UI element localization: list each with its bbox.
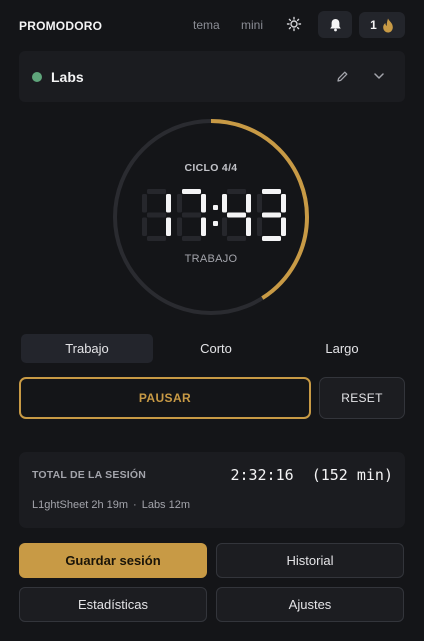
digit-segment [201,217,206,236]
digit-segment [201,194,206,213]
session-total-value: 2:32:16 (152 min) [230,466,393,484]
session-summary: TOTAL DE LA SESIÓN 2:32:16 (152 min) L1g… [19,452,405,528]
pause-button[interactable]: PAUSAR [19,377,311,419]
history-button[interactable]: Historial [216,543,404,578]
mode-tabs: Trabajo Corto Largo [19,334,405,364]
digit-segment [222,194,227,213]
mini-link[interactable]: mini [241,18,263,32]
time-display [142,189,286,241]
tab-largo[interactable]: Largo [277,334,407,363]
reset-button[interactable]: RESET [319,377,405,419]
digit-segment [182,212,201,218]
digit-segment [257,217,262,236]
timer: CICLO 4/4 TRABAJO [111,117,311,317]
digit-segment [222,217,227,236]
theme-link[interactable]: tema [193,18,220,32]
digit-segment [257,194,262,213]
project-status-dot [32,72,42,82]
flame-icon [383,18,393,32]
tab-corto[interactable]: Corto [151,334,281,363]
colon-dot [213,221,218,226]
digit-segment [227,212,246,218]
digit-segment [246,194,251,213]
digit-segment [147,236,166,241]
save-session-button[interactable]: Guardar sesión [19,543,207,578]
statistics-button[interactable]: Estadísticas [19,587,207,622]
digit-segment [147,212,166,218]
app-title: PROMODORO [19,19,103,33]
settings-button[interactable]: Ajustes [216,587,404,622]
session-breakdown: L1ghtSheet 2h 19m · Labs 12m [32,499,190,511]
phase-label: TRABAJO [184,253,238,265]
digit-segment [142,217,147,236]
bell-icon [329,18,341,31]
digit-segment [177,194,182,213]
digit-segment [262,189,281,194]
streak-button[interactable]: 1 [359,12,405,38]
colon-dot [213,205,218,210]
digit-segment [246,217,251,236]
digit-segment [262,212,281,218]
digit-segment [182,189,201,194]
digit-segment [177,217,182,236]
session-total-label: TOTAL DE LA SESIÓN [32,469,147,481]
project-name: Labs [51,69,84,85]
digit-segment [166,194,171,213]
separator: · [133,499,137,511]
notifications-button[interactable] [318,11,352,38]
session-entry: L1ghtSheet 2h 19m [32,499,129,511]
digit-segment [227,189,246,194]
digit-segment [281,217,286,236]
streak-count: 1 [370,18,377,32]
pencil-icon[interactable] [336,70,349,83]
tab-trabajo[interactable]: Trabajo [21,334,153,363]
cycle-label: CICLO 4/4 [184,162,238,174]
top-bar: PROMODORO tema mini 1 [0,0,424,50]
sun-icon[interactable] [286,16,302,32]
digit-segment [147,189,166,194]
digit-segment [166,217,171,236]
digit-segment [142,194,147,213]
project-selector[interactable]: Labs [19,51,405,102]
digit-segment [281,194,286,213]
chevron-down-icon[interactable] [373,71,385,81]
digit-segment [227,236,246,241]
session-entry: Labs 12m [141,499,191,511]
digit-segment [182,236,201,241]
digit-segment [262,236,281,241]
